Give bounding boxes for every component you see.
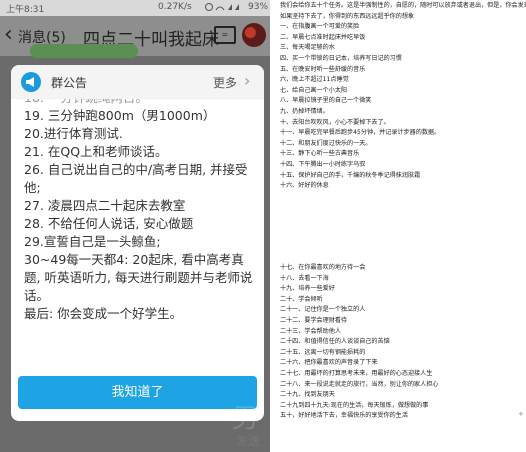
task-line: 十八、去看一下海 [280, 274, 329, 282]
task-line: 二十七、用最坏的打算思考未来，用最好的心态迎接人生 [280, 369, 433, 377]
task-list-part-1: 我们会给你五十个任务。这是半强制性的，自愿的，随时可以放弃或者退出，但是，你会发… [280, 1, 526, 192]
status-time: 上午8:31 [6, 5, 45, 15]
task-line: 二十九到四十九天:现在的生活，每天锻炼，做想做的事 [280, 401, 429, 409]
task-line: 四、买一个带锁的日记本，培养写日记的习惯 [280, 54, 402, 62]
task-line: 一、在指腹画一个可爱的笑脸 [280, 23, 360, 31]
announcement-line: 30~49每一天都4: 20起床, 看中高考真题, 听英语听力, 每天进行刷题并… [24, 252, 253, 303]
task-line: 二十五、远离一切有钢能损耗的 [280, 348, 366, 356]
task-line: 十六、好好的休息 [280, 182, 329, 190]
task-line: 十三、静下心听一些古典音乐 [280, 150, 360, 158]
announcement-line: 20.进行体育测试. [24, 126, 123, 141]
task-line: 六、晚上不超过11点睡觉 [280, 76, 349, 84]
announcement-line: 28. 不给任何人说话, 安心做题 [24, 216, 194, 231]
announcement-line: 18. 一分钟跳绳两百。 [24, 99, 256, 107]
status-bar: 上午8:31 0.27K/s 93% [0, 0, 270, 16]
announcement-label: 群公告 [51, 76, 88, 90]
task-line: 十、去阳台吹吹风，小心不要掉下去了。 [280, 118, 390, 126]
group-announcement-dialog: 群公告 更多 › 18. 一分钟跳绳两百。 19. 三分钟跑800m（男1000… [11, 65, 264, 421]
task-line: 我们会给你五十个任务。这是半强制性的，自愿的，随时可以放弃或者退出，但是，你会发… [280, 2, 526, 9]
task-line: 十九、培养一些爱好 [280, 285, 335, 293]
announcement-line: 最后: 你会变成一个好学生。 [24, 306, 183, 321]
task-line: 十七、在你最喜欢的地方待一会 [280, 264, 366, 271]
announcement-line: 29.宣誓自己是一头鲸鱼; [24, 234, 161, 249]
task-line: 十二、和朋友们度过快乐的一天。 [280, 139, 372, 147]
back-arrow-icon[interactable]: ‹ [4, 22, 13, 48]
group-card-icon[interactable]: = [214, 26, 236, 44]
announcement-text: 18. 一分钟跳绳两百。 19. 三分钟跑800m（男1000m） 20.进行体… [24, 99, 256, 375]
task-line: 三、每天喝足够的水 [280, 44, 335, 52]
group-avatar[interactable] [242, 23, 266, 47]
wifi-signal-icon [205, 3, 239, 11]
announcement-line: 27. 凌晨四点二十起床去教室 [24, 198, 186, 213]
chevron-right-icon[interactable]: › [244, 71, 250, 90]
announcement-line: 21. 在QQ上和老师谈话。 [24, 144, 168, 159]
corner-mark: + [518, 410, 524, 418]
task-line: 二十八、来一段说走就走的旅行，当然，别让你的家人担心 [280, 380, 439, 388]
task-list-part-2: 十七、在你最喜欢的地方待一会 十八、去看一下海 十九、培养一些爱好 二十、学会倾… [280, 263, 524, 422]
task-line: 五十，好好地活下去，幸福快乐的享受你的生活 [280, 412, 408, 420]
signal-icons [204, 2, 244, 15]
task-line: 二十四、和值得信任的人谈谈自己的苦恼 [280, 338, 390, 346]
task-line: 十五、保护好自己的手，千编的秋冬季记得抹润肤霜 [280, 171, 421, 179]
task-line: 十一、早晨吃完早餐后跑步45分钟，并记录计步器的数据。 [280, 129, 441, 137]
task-line: 十四、下午腾出一小时练字乌驭 [280, 160, 366, 168]
task-line: 二十六、把你最喜欢的声音录了下来 [280, 359, 378, 367]
announcement-header: 群公告 更多 › [11, 65, 264, 99]
network-speed: 0.27K/s [158, 2, 192, 12]
send-button[interactable]: 发送 [236, 432, 260, 449]
task-line: 七、给自己画一个小太阳 [280, 86, 348, 94]
task-line: 九、扔掉坏情绪。 [280, 107, 329, 115]
task-line: 二十一、记住你是一个独立的人 [280, 306, 366, 314]
task-line: 二十、学会倾听 [280, 295, 323, 303]
task-line: 二、早晨七点准时起床并吃早饭 [280, 33, 366, 41]
megaphone-icon [21, 72, 41, 92]
watermark: 男 [232, 404, 259, 434]
task-line: 五、在晚安时听一些舒缓的音乐 [280, 65, 366, 73]
got-it-button[interactable]: 我知道了 [18, 376, 257, 409]
task-line: 如果坚持下去了，你得到的东西远远超乎你的想象 [280, 12, 415, 20]
message-bubble [30, 44, 138, 58]
task-line: 二十九、找到友朋天 [280, 391, 335, 399]
battery-level: 93% [248, 2, 269, 12]
task-line: 八、早晨拉镜子里的自己一个微笑 [280, 97, 372, 105]
task-line: 二十二、要学会理财看待 [280, 316, 348, 324]
announcement-line: 19. 三分钟跑800m（男1000m） [24, 108, 216, 123]
more-link[interactable]: 更多 [213, 74, 237, 91]
qq-chat-screen: 上午8:31 0.27K/s 93% ‹ 消息(5) 四点二十叫我起床 = 群公… [0, 0, 270, 452]
announcement-line: 26. 自己说出自己的中/高考日期, 并接受他; [24, 162, 248, 195]
task-line: 二十三、学会帮助他人 [280, 327, 341, 335]
task-list-document: 我们会给你五十个任务。这是半强制性的，自愿的，随时可以放弃或者退出，但是，你会发… [276, 0, 526, 452]
